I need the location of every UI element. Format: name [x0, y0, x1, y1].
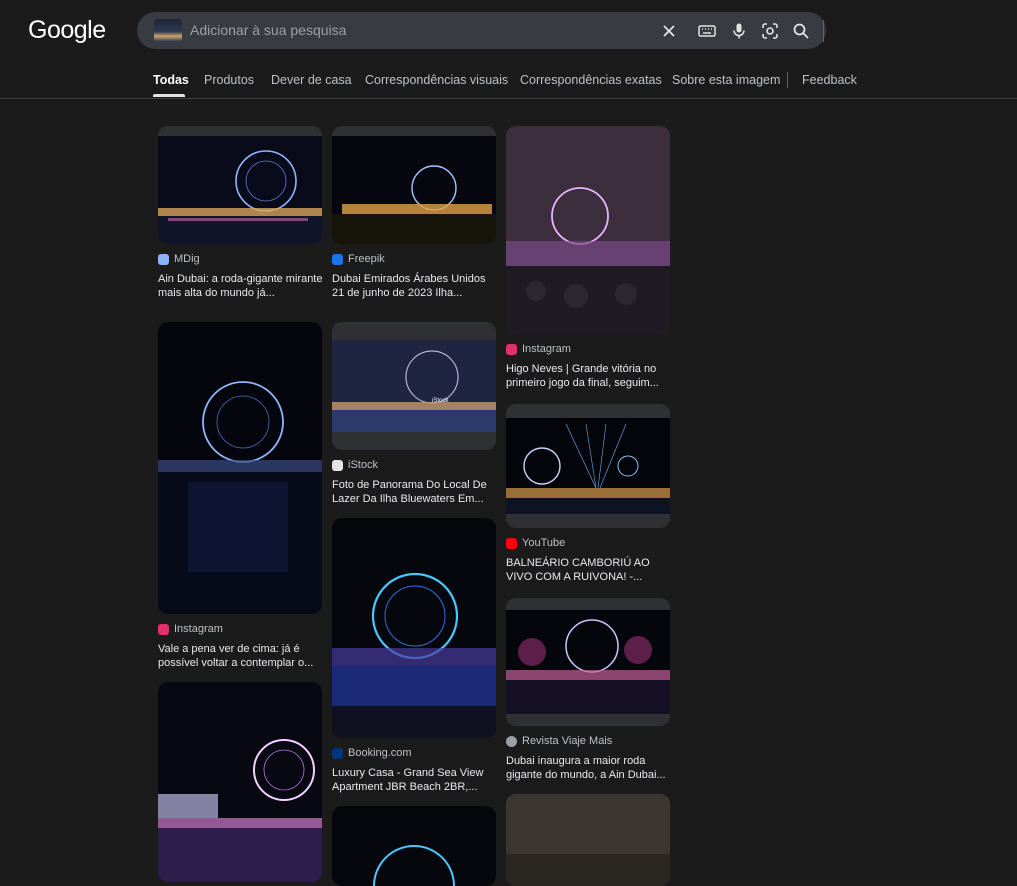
- result-source: Revista Viaje Mais: [522, 735, 613, 747]
- clear-icon[interactable]: [659, 21, 679, 41]
- result-image[interactable]: [158, 682, 322, 882]
- tab-divider: [787, 72, 788, 88]
- result-title[interactable]: Foto de Panorama Do Local De Lazer Da Il…: [332, 478, 498, 506]
- instagram-favicon-icon: [506, 343, 517, 355]
- result-title[interactable]: Dubai inaugura a maior roda gigante do m…: [506, 754, 672, 782]
- result-image[interactable]: [506, 598, 670, 726]
- result-card[interactable]: Instagram Higo Neves | Grande vitória no…: [506, 126, 670, 390]
- result-image[interactable]: [506, 404, 670, 528]
- result-card[interactable]: YouTube BALNEÁRIO CAMBORIÚ AO VIVO COM A…: [506, 404, 670, 584]
- result-image[interactable]: [506, 126, 670, 334]
- search-divider: [823, 20, 824, 42]
- tab-todas[interactable]: Todas: [153, 73, 189, 87]
- result-image[interactable]: [158, 126, 322, 244]
- tab-dever-de-casa[interactable]: Dever de casa: [271, 73, 352, 87]
- tab-correspondencias-exatas[interactable]: Correspondências exatas: [520, 73, 662, 87]
- tab-correspondencias-visuais[interactable]: Correspondências visuais: [365, 73, 508, 87]
- result-title[interactable]: BALNEÁRIO CAMBORIÚ AO VIVO COM A RUIVONA…: [506, 556, 672, 584]
- search-image-thumbnail[interactable]: [154, 19, 182, 42]
- search-icon[interactable]: [791, 21, 811, 41]
- result-card[interactable]: Booking.com Luxury Casa - Grand Sea View…: [332, 518, 496, 794]
- result-source: Freepik: [348, 253, 385, 265]
- result-source: iStock: [348, 459, 378, 471]
- result-card[interactable]: Instagram Vale a pena ver de cima: já é …: [158, 322, 322, 670]
- microphone-icon[interactable]: [729, 21, 749, 41]
- result-image[interactable]: [158, 322, 322, 614]
- result-source: YouTube: [522, 537, 566, 549]
- result-card[interactable]: Revista Viaje Mais Dubai inaugura a maio…: [506, 598, 670, 782]
- istock-watermark: iStock: [432, 398, 449, 404]
- tab-sobre-esta-imagem[interactable]: Sobre esta imagem: [672, 73, 780, 87]
- result-source: Instagram: [174, 623, 223, 635]
- booking-favicon-icon: [332, 747, 343, 759]
- result-card[interactable]: MDig Ain Dubai: a roda-gigante mirante m…: [158, 126, 322, 300]
- result-card[interactable]: iStock iStock Foto de Panorama Do Local …: [332, 322, 496, 506]
- youtube-favicon-icon: [506, 537, 517, 549]
- result-source: Booking.com: [348, 747, 412, 759]
- active-tab-indicator: [153, 94, 185, 97]
- google-logo[interactable]: Google: [28, 16, 106, 45]
- lens-icon[interactable]: [760, 21, 780, 41]
- result-title[interactable]: Dubai Emirados Árabes Unidos 21 de junho…: [332, 272, 498, 300]
- result-source: Instagram: [522, 343, 571, 355]
- keyboard-icon[interactable]: [697, 21, 717, 41]
- istock-favicon-icon: [332, 459, 343, 471]
- feedback-link[interactable]: Feedback: [802, 73, 857, 87]
- result-image[interactable]: [506, 794, 670, 886]
- wordpress-favicon-icon: [506, 735, 517, 747]
- result-title[interactable]: Luxury Casa - Grand Sea View Apartment J…: [332, 766, 498, 794]
- result-image[interactable]: [332, 806, 496, 886]
- result-title[interactable]: Vale a pena ver de cima: já é possível v…: [158, 642, 324, 670]
- result-title[interactable]: Ain Dubai: a roda-gigante mirante mais a…: [158, 272, 324, 300]
- result-source: MDig: [174, 253, 200, 265]
- tab-bar: Todas Produtos Dever de casa Correspondê…: [0, 60, 1017, 99]
- mdig-favicon-icon: [158, 253, 169, 265]
- search-input[interactable]: [190, 18, 590, 42]
- result-image[interactable]: [332, 518, 496, 738]
- result-card[interactable]: [158, 682, 322, 882]
- tab-produtos[interactable]: Produtos: [204, 73, 254, 87]
- result-title[interactable]: Higo Neves | Grande vitória no primeiro …: [506, 362, 672, 390]
- search-bar[interactable]: [137, 12, 826, 49]
- freepik-favicon-icon: [332, 253, 343, 265]
- result-card[interactable]: [506, 794, 670, 886]
- result-card[interactable]: [332, 806, 496, 886]
- result-card[interactable]: Freepik Dubai Emirados Árabes Unidos 21 …: [332, 126, 496, 300]
- instagram-favicon-icon: [158, 623, 169, 635]
- result-image[interactable]: iStock: [332, 322, 496, 450]
- result-image[interactable]: [332, 126, 496, 244]
